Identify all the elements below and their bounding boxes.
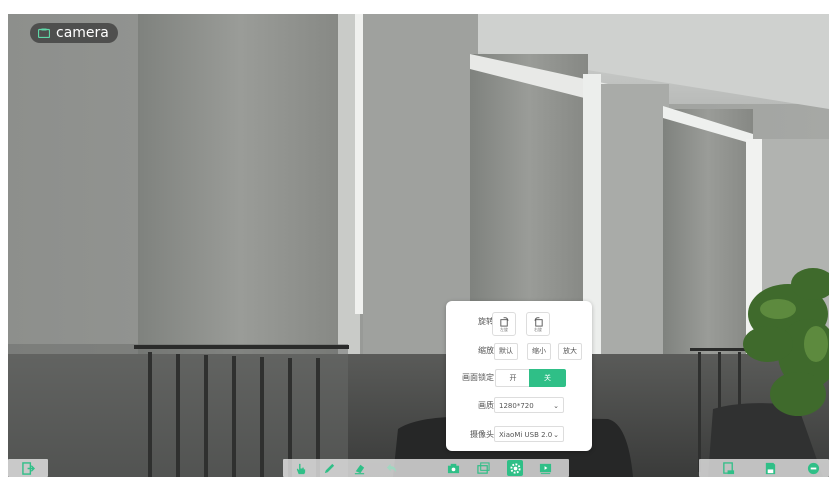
rotate-left-icon xyxy=(499,317,509,327)
menu-button[interactable] xyxy=(805,460,821,476)
camera-settings-panel: 旋转 左旋 右旋 缩放 默认 缩小 放大 画面锁定 开 关 画质 1280*72… xyxy=(446,301,592,451)
zoom-label: 缩放 xyxy=(478,346,494,355)
camera-device-label: 摄像头 xyxy=(470,430,494,439)
settings-icon xyxy=(509,462,521,474)
zoom-row: 缩放 默认 缩小 放大 xyxy=(446,341,592,361)
camera-icon xyxy=(38,28,50,38)
camera-scene xyxy=(8,14,829,477)
page-button[interactable] xyxy=(720,460,736,476)
undo-button[interactable] xyxy=(383,460,399,476)
rotate-left-label: 左旋 xyxy=(500,327,508,332)
toolbar-left xyxy=(8,459,48,477)
zoom-default-button[interactable]: 默认 xyxy=(494,343,518,360)
video-button[interactable] xyxy=(537,460,553,476)
quality-row: 画质 1280*720 ⌄ xyxy=(446,396,592,416)
chevron-down-icon: ⌄ xyxy=(553,402,559,410)
camera-preview xyxy=(8,14,829,477)
quality-value: 1280*720 xyxy=(499,402,534,410)
lock-on-toggle[interactable]: 开 xyxy=(495,369,530,387)
eraser-icon xyxy=(354,464,364,474)
pen-icon xyxy=(324,463,334,473)
toolbar-right xyxy=(699,459,829,477)
save-icon xyxy=(765,462,775,474)
lock-label: 画面锁定 xyxy=(462,373,494,382)
image-icon xyxy=(476,461,490,474)
camera-icon xyxy=(447,463,459,473)
rotate-right-label: 右旋 xyxy=(534,327,542,332)
save-button[interactable] xyxy=(762,460,778,476)
exit-icon xyxy=(21,461,35,475)
toolbar-center xyxy=(283,459,569,477)
page-icon xyxy=(722,461,734,474)
eraser-tool-button[interactable] xyxy=(351,460,367,476)
rotate-row: 旋转 左旋 右旋 xyxy=(446,312,592,336)
camera-badge: camera xyxy=(30,23,118,43)
rotate-right-button[interactable]: 右旋 xyxy=(526,312,550,336)
lock-off-toggle[interactable]: 关 xyxy=(529,369,566,387)
hand-icon xyxy=(296,463,305,474)
chevron-down-icon: ⌄ xyxy=(553,431,559,439)
zoom-in-button[interactable]: 放大 xyxy=(558,343,582,360)
image-button[interactable] xyxy=(475,460,491,476)
video-icon xyxy=(539,463,551,474)
exit-button[interactable] xyxy=(20,460,36,476)
undo-icon xyxy=(386,463,396,472)
camera-device-select[interactable]: XiaoMi USB 2.0 ⌄ xyxy=(494,426,564,442)
zoom-out-button[interactable]: 缩小 xyxy=(527,343,551,360)
settings-button[interactable] xyxy=(507,460,523,476)
menu-icon xyxy=(807,462,819,474)
camera-device-value: XiaoMi USB 2.0 xyxy=(499,431,553,439)
hand-tool-button[interactable] xyxy=(292,460,308,476)
rotate-right-icon xyxy=(533,317,543,327)
lock-row: 画面锁定 开 关 xyxy=(446,368,592,388)
camera-row: 摄像头 XiaoMi USB 2.0 ⌄ xyxy=(446,425,592,445)
quality-select[interactable]: 1280*720 ⌄ xyxy=(494,397,564,413)
camera-badge-label: camera xyxy=(56,25,109,41)
camera-button[interactable] xyxy=(445,460,461,476)
rotate-left-button[interactable]: 左旋 xyxy=(492,312,516,336)
quality-label: 画质 xyxy=(478,401,494,410)
pen-tool-button[interactable] xyxy=(321,460,337,476)
